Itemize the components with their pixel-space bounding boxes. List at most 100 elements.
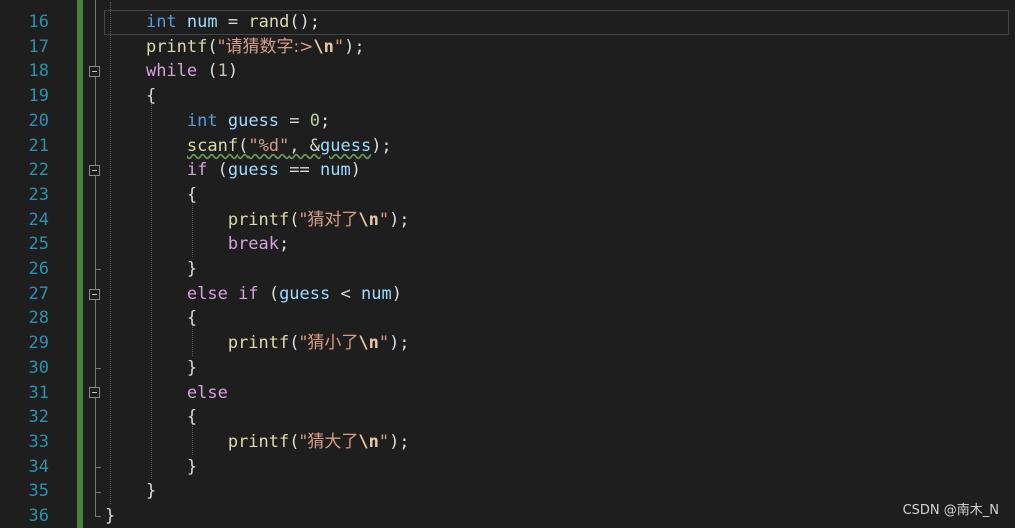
code-token: \n (358, 209, 379, 230)
code-line[interactable]: printf("猜小了\n"); (105, 331, 410, 356)
line-number: 25 (28, 234, 49, 255)
code-line[interactable]: scanf("%d", &guess); (105, 134, 392, 159)
code-line[interactable]: } (105, 455, 197, 480)
change-indicator-bar (77, 0, 83, 528)
code-token: \n (358, 431, 379, 452)
code-token: " (378, 333, 390, 354)
code-token: ; (320, 110, 331, 131)
line-number-gutter: 16 17 18 19 20 21 22 23 24 25 26 27 28 29 30 31 32 33 34 35… (0, 0, 60, 528)
code-token: { (105, 86, 157, 107)
line-number: 35 (28, 481, 49, 502)
code-token: ); (344, 36, 365, 57)
code-token: { (105, 308, 198, 329)
code-token: int (186, 110, 218, 131)
code-token: ( (238, 135, 249, 156)
code-token: else (186, 283, 228, 304)
code-line[interactable]: } (105, 257, 197, 282)
collapse-toggle-icon[interactable] (89, 288, 100, 300)
line-number: 18 (28, 61, 49, 82)
line-number: 27 (28, 283, 49, 304)
line-number: 16 (28, 12, 49, 32)
code-token: } (105, 259, 198, 279)
code-line[interactable]: { (105, 84, 156, 109)
code-line[interactable]: int num = rand(); (105, 10, 320, 35)
code-token: printf (145, 36, 208, 57)
code-line[interactable]: printf("猜大了\n"); (105, 430, 410, 455)
code-token: guess (227, 160, 280, 181)
code-token: "%d" (248, 135, 290, 156)
code-token: ( (289, 209, 300, 230)
line-number: 21 (28, 135, 49, 156)
code-token: while (145, 61, 198, 82)
fold-end-marker (95, 368, 101, 370)
code-token: ) (227, 61, 239, 82)
code-token: ); (389, 209, 410, 230)
code-line[interactable]: int guess = 0; (105, 109, 330, 134)
code-line[interactable]: break; (105, 232, 289, 257)
code-token: ) (350, 160, 361, 181)
code-token: ( (289, 333, 300, 354)
line-number: 36 (28, 506, 49, 526)
code-token: printf (227, 431, 290, 452)
code-line[interactable]: { (105, 183, 197, 208)
code-token: ( (289, 431, 300, 452)
code-token: num (360, 283, 392, 304)
code-token: "请猜数字:> (217, 36, 314, 57)
code-line[interactable]: } (105, 504, 115, 528)
code-line[interactable]: if (guess == num) (105, 158, 361, 183)
code-line[interactable]: printf("请猜数字:>\n"); (105, 35, 365, 60)
collapse-toggle-icon[interactable] (89, 387, 100, 399)
code-token: int (145, 12, 177, 32)
line-number: 26 (28, 259, 49, 279)
code-token: == (279, 160, 320, 181)
line-number: 34 (28, 456, 49, 477)
code-editor[interactable]: 16 17 18 19 20 21 22 23 24 25 26 27 28 29 30 31 32 33 34 35… (0, 0, 1015, 528)
code-token: } (105, 481, 157, 502)
code-line[interactable]: } (105, 479, 156, 504)
code-token: } (105, 506, 116, 526)
code-token: 1 (217, 61, 228, 82)
code-token: printf (227, 333, 290, 354)
code-token: "猜小了 (299, 333, 359, 354)
code-token: (); (289, 12, 321, 32)
line-number: 17 (28, 36, 49, 57)
collapse-toggle-icon[interactable] (89, 165, 100, 177)
fold-line (95, 0, 96, 517)
code-line[interactable]: while (1) (105, 59, 238, 84)
code-token: if (186, 160, 208, 181)
code-token: " (378, 209, 390, 230)
code-token: if (238, 283, 259, 304)
code-token: \n (313, 36, 334, 57)
fold-end-marker (95, 269, 101, 271)
code-token: ( (207, 36, 218, 57)
code-line[interactable]: { (105, 306, 197, 331)
code-token: ( (197, 61, 218, 82)
code-line[interactable]: { (105, 405, 197, 430)
code-line[interactable]: else if (guess < num) (105, 282, 402, 307)
code-token: ); (389, 333, 410, 354)
line-number: 31 (28, 382, 49, 403)
line-number: 22 (28, 160, 49, 181)
code-token: rand (248, 12, 290, 32)
collapse-toggle-icon[interactable] (89, 66, 100, 78)
code-line[interactable]: } (105, 356, 197, 381)
code-token: guess (279, 283, 331, 304)
fold-end-marker (95, 516, 101, 518)
code-line[interactable]: printf("猜对了\n"); (105, 208, 410, 233)
code-token: " (378, 431, 390, 452)
fold-end-marker (95, 466, 101, 468)
code-token: num (186, 12, 218, 32)
code-line[interactable]: else (105, 381, 228, 406)
code-token: ) (391, 283, 402, 304)
code-token: , & (289, 135, 320, 156)
